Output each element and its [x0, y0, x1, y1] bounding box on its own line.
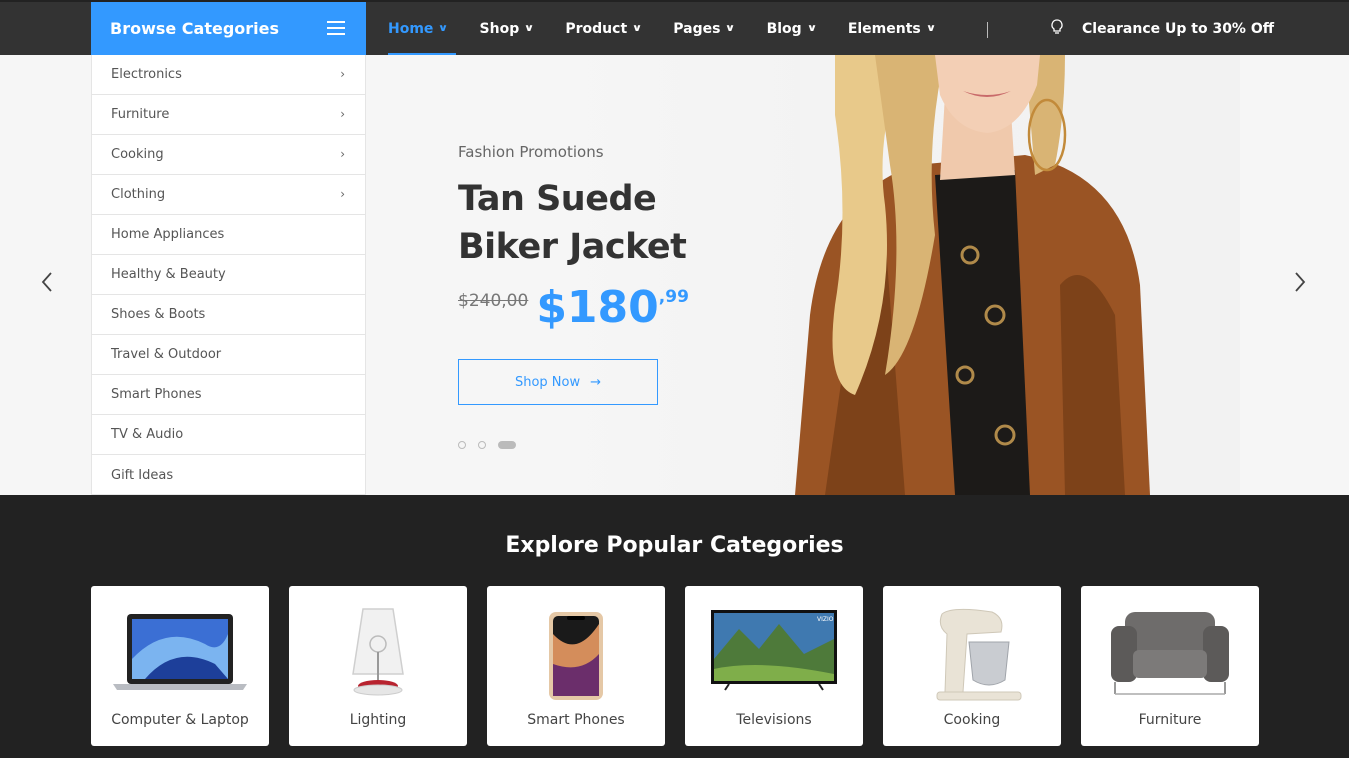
hero-text-block: Fashion Promotions Tan Suede Biker Jacke…	[458, 143, 689, 331]
nav-pages-label: Pages	[673, 20, 721, 37]
slide-dot-1[interactable]	[458, 441, 466, 449]
shop-now-label: Shop Now	[514, 374, 581, 390]
chevron-down-icon: ∨	[524, 23, 535, 34]
lamp-icon	[352, 608, 404, 696]
browse-categories-label: Browse Categories	[110, 19, 280, 38]
category-sidebar: Electronics › Furniture › Cooking › Clothin…	[91, 55, 366, 495]
category-card-label: Lighting	[349, 712, 407, 728]
sidebar-item-cooking[interactable]: Cooking ›	[92, 135, 365, 175]
previous-slide-arrow-icon[interactable]	[40, 270, 54, 300]
nav-home-label: Home	[388, 20, 434, 37]
sidebar-item-travel-outdoor[interactable]: Travel & Outdoor	[92, 335, 365, 375]
sidebar-item-label: Healthy & Beauty	[111, 267, 226, 282]
hero-slider: Electronics › Furniture › Cooking › Clothin…	[0, 55, 1349, 495]
nav-item-elements[interactable]: Elements ∨	[847, 2, 937, 55]
old-price: $240,00	[458, 291, 529, 311]
clearance-promo-link[interactable]: Clearance Up to 30% Off	[1050, 2, 1274, 55]
browse-categories-button[interactable]: Browse Categories	[91, 2, 366, 55]
slider-pagination	[458, 441, 516, 449]
category-card-label: Furniture	[1138, 712, 1202, 728]
sidebar-item-healthy-beauty[interactable]: Healthy & Beauty	[92, 255, 365, 295]
category-card-label: Cooking	[943, 712, 1001, 728]
hero-title-line-2: Biker Jacket	[458, 227, 687, 267]
hero-title-line-1: Tan Suede	[458, 179, 657, 219]
top-navigation-bar: Browse Categories Home ∨ Shop ∨ Product ∨ P…	[0, 2, 1349, 55]
nav-elements-label: Elements	[847, 20, 921, 37]
sidebar-item-smart-phones[interactable]: Smart Phones	[92, 375, 365, 415]
category-card-lighting[interactable]: Lighting	[289, 586, 467, 746]
chevron-right-icon: ›	[340, 187, 345, 201]
shop-now-button[interactable]: Shop Now →	[458, 359, 658, 405]
category-cards: Computer & Laptop Lighting Smart Phones …	[91, 586, 1279, 746]
category-card-televisions[interactable]: VIZIO Televisions	[685, 586, 863, 746]
sidebar-item-tv-audio[interactable]: TV & Audio	[92, 415, 365, 455]
phone-icon	[549, 612, 603, 700]
chevron-down-icon: ∨	[806, 23, 818, 34]
chevron-down-icon: ∨	[925, 23, 937, 34]
armchair-icon	[1111, 612, 1229, 695]
new-price-cents: ,99	[658, 287, 689, 307]
nav-item-blog[interactable]: Blog ∨	[766, 2, 818, 55]
chevron-right-icon: ›	[340, 147, 345, 161]
price-block: $240,00 $180 ,99	[458, 285, 689, 331]
slide-dot-3-active[interactable]	[498, 441, 516, 449]
sidebar-item-home-appliances[interactable]: Home Appliances	[92, 215, 365, 255]
mixer-icon	[936, 608, 1022, 701]
category-card-furniture[interactable]: Furniture	[1081, 586, 1259, 746]
sidebar-item-gift-ideas[interactable]: Gift Ideas	[92, 455, 365, 495]
model-in-suede-jacket-image	[795, 55, 1150, 495]
hero-title: Tan Suede Biker Jacket	[458, 175, 689, 271]
sidebar-item-label: TV & Audio	[111, 427, 184, 442]
nav-item-pages[interactable]: Pages ∨	[673, 2, 736, 55]
promo-text: Clearance Up to 30% Off	[1082, 20, 1275, 37]
nav-item-product[interactable]: Product ∨	[565, 2, 643, 55]
sidebar-item-label: Electronics	[111, 67, 182, 82]
sidebar-item-label: Shoes & Boots	[111, 307, 206, 322]
chevron-down-icon: ∨	[438, 23, 449, 34]
chevron-right-icon: ›	[340, 67, 345, 81]
chevron-right-icon: ›	[340, 107, 345, 121]
new-price: $180	[536, 282, 659, 333]
laptop-icon	[113, 614, 247, 690]
hero-subtitle: Fashion Promotions	[458, 143, 604, 161]
chevron-down-icon: ∨	[725, 23, 736, 34]
nav-item-home[interactable]: Home ∨	[388, 2, 456, 55]
sidebar-item-electronics[interactable]: Electronics ›	[92, 55, 365, 95]
category-card-label: Televisions	[736, 712, 812, 728]
nav-divider	[987, 22, 988, 38]
arrow-right-icon: →	[590, 374, 602, 390]
category-card-label: Smart Phones	[527, 712, 625, 728]
category-card-smart-phones[interactable]: Smart Phones	[487, 586, 665, 746]
slide-dot-2[interactable]	[478, 441, 486, 449]
nav-item-shop[interactable]: Shop ∨	[479, 2, 535, 55]
nav-blog-label: Blog	[766, 20, 802, 37]
nav-product-label: Product	[565, 20, 628, 37]
chevron-down-icon: ∨	[631, 23, 643, 34]
tv-brand-logo: VIZIO	[817, 616, 834, 623]
lightbulb-icon	[1050, 18, 1064, 39]
menu-icon	[327, 21, 345, 35]
sidebar-item-label: Home Appliances	[111, 227, 225, 242]
sidebar-item-label: Cooking	[111, 147, 164, 162]
category-card-cooking[interactable]: Cooking	[883, 586, 1061, 746]
sidebar-item-label: Clothing	[111, 187, 166, 202]
tv-icon: VIZIO	[711, 610, 837, 691]
category-card-computer-laptop[interactable]: Computer & Laptop	[91, 586, 269, 746]
sidebar-item-label: Gift Ideas	[111, 467, 174, 483]
sidebar-item-clothing[interactable]: Clothing ›	[92, 175, 365, 215]
sidebar-item-label: Furniture	[111, 107, 170, 122]
next-slide-arrow-icon[interactable]	[1293, 270, 1307, 300]
main-nav: Home ∨ Shop ∨ Product ∨ Pages ∨ Blog ∨ Elemen…	[388, 2, 967, 55]
category-card-label: Computer & Laptop	[111, 712, 249, 728]
sidebar-item-furniture[interactable]: Furniture ›	[92, 95, 365, 135]
popular-categories-title: Explore Popular Categories	[505, 533, 844, 558]
nav-shop-label: Shop	[479, 20, 520, 37]
sidebar-item-label: Travel & Outdoor	[111, 347, 222, 362]
sidebar-item-label: Smart Phones	[111, 387, 202, 402]
sidebar-item-shoes-boots[interactable]: Shoes & Boots	[92, 295, 365, 335]
